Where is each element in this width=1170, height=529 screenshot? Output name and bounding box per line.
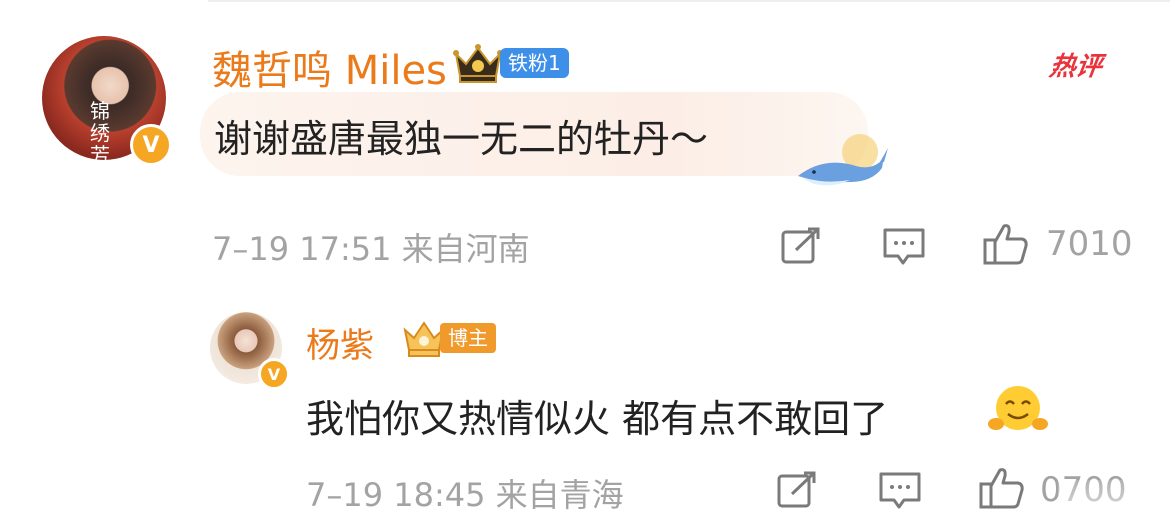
whale-sticker-icon xyxy=(798,134,888,186)
crown-icon xyxy=(453,44,503,83)
username-miles[interactable]: 魏哲鸣 Miles xyxy=(212,38,447,96)
verified-icon: V xyxy=(130,124,172,166)
comment-icon[interactable] xyxy=(882,226,926,266)
comment-text-yangzi: 我怕你又热情似火 都有点不敢回了 xyxy=(306,397,889,441)
like-icon[interactable] xyxy=(982,222,1030,266)
comment-icon[interactable] xyxy=(878,470,922,510)
top-divider xyxy=(208,0,1170,2)
share-icon[interactable] xyxy=(776,470,818,510)
verified-icon: V xyxy=(258,358,290,390)
like-count: 7010 xyxy=(1046,224,1133,264)
username-yangzi[interactable]: 杨紫 xyxy=(306,318,374,367)
blogger-badge: 博主 xyxy=(440,323,496,353)
comment-meta-yangzi: 7–19 18:45 来自青海 xyxy=(306,476,624,514)
like-icon[interactable] xyxy=(978,466,1026,510)
hot-comment-label: 热评 xyxy=(1047,52,1104,82)
avatar-poster-title: 锦绣芳华 xyxy=(90,99,110,160)
hug-emoji-icon xyxy=(988,386,1048,430)
comment-meta-miles: 7–19 17:51 来自河南 xyxy=(212,230,530,268)
share-icon[interactable] xyxy=(780,226,822,266)
watermark-overlay xyxy=(1058,480,1170,529)
fan-badge: 铁粉1 xyxy=(500,48,569,78)
comment-text-miles: 谢谢盛唐最独一无二的牡丹～ xyxy=(214,117,709,161)
